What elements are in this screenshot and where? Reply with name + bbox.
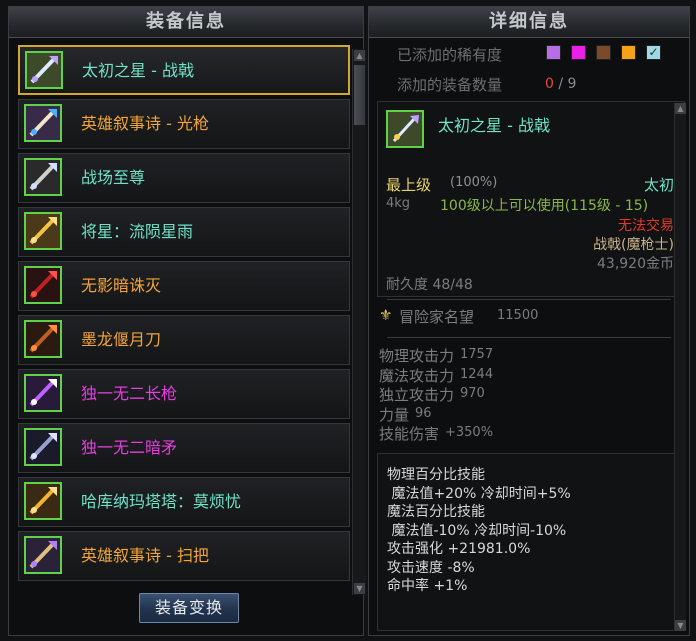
equipment-item-name: 英雄叙事诗 - 光枪 [81, 114, 209, 133]
stat-value: 1244 [460, 366, 494, 382]
rarity-swatch-purple[interactable] [546, 45, 561, 60]
fame-icon: ⚜ [379, 306, 393, 324]
effect-line: 攻击速度 -8% [387, 559, 475, 576]
long-spear-icon [24, 374, 62, 412]
dark-lance-icon [24, 428, 62, 466]
star-spear-icon [24, 212, 62, 250]
rarity-swatch-brown[interactable] [596, 45, 611, 60]
divider [387, 337, 671, 338]
detail-info-panel: 详细信息 已添加的稀有度 ✓ 添加的装备数量 0 / 9 太初之星 - 战戟 最… [368, 6, 690, 636]
equipment-item-name: 墨龙偃月刀 [81, 330, 162, 349]
scroll-thumb[interactable] [354, 65, 365, 125]
equipment-item-name: 将星：流陨星雨 [81, 222, 194, 241]
effect-line: 魔法百分比技能 [387, 504, 485, 520]
equipment-item-name: 哈库纳玛塔塔：莫烦忧 [81, 492, 242, 511]
broom-icon [24, 536, 62, 574]
rarity-swatch-magenta[interactable] [571, 45, 586, 60]
detail-basic-section: 太初之星 - 战戟 最上级 (100%) 太初 4kg 100级以上可以使用(1… [377, 101, 685, 297]
equipment-item-name: 太初之星 - 战戟 [82, 61, 194, 80]
equipment-list-scrollbar[interactable]: ▲ ▼ [352, 49, 366, 595]
equipment-list-item[interactable]: 战场至尊 [18, 153, 350, 203]
scroll-up-icon[interactable]: ▲ [354, 50, 365, 61]
detail-level-req: 100级以上可以使用(115级 - 15) [440, 198, 649, 214]
light-spear-icon [24, 104, 62, 142]
equipment-list-item[interactable]: 墨龙偃月刀 [18, 315, 350, 365]
equipment-list-item[interactable]: 英雄叙事诗 - 光枪 [18, 99, 350, 149]
detail-weight: 4kg [386, 196, 411, 211]
equipment-list-item[interactable]: 独一无二长枪 [18, 369, 350, 419]
stat-label: 技能伤害 [379, 425, 440, 443]
equipment-item-name: 英雄叙事诗 - 扫把 [81, 546, 209, 565]
detail-trade: 无法交易 [618, 218, 674, 234]
equipment-switch-button[interactable]: 装备变换 [139, 593, 239, 623]
detail-price: 43,920金币 [597, 256, 674, 272]
scroll-down-icon[interactable]: ▼ [675, 620, 686, 631]
stat-value: 970 [460, 386, 485, 401]
equipment-list-item[interactable]: 将星：流陨星雨 [18, 207, 350, 257]
detail-rarity: 太初 [643, 176, 674, 194]
equipment-list-item[interactable]: 独一无二暗矛 [18, 423, 350, 473]
stat-label: 魔法攻击力 [379, 366, 455, 385]
detail-scrollbar[interactable]: ▲ ▼ [674, 103, 686, 631]
count-separator: / [558, 76, 564, 92]
count-current: 0 [545, 76, 554, 92]
effect-line: 魔法值-10% 冷却时间-10% [387, 522, 567, 539]
equipment-item-name: 独一无二长枪 [81, 384, 178, 403]
halberd-icon [25, 51, 63, 89]
sun-staff-icon [24, 482, 62, 520]
axe-icon [24, 158, 62, 196]
equipment-count: 0 / 9 [545, 76, 576, 92]
fame-value: 11500 [497, 308, 539, 323]
equipment-list-item[interactable]: 太初之星 - 战戟 [18, 45, 350, 95]
divider [387, 299, 671, 300]
count-max: 9 [567, 76, 577, 92]
equipment-info-panel: 装备信息 太初之星 - 战戟 英雄叙事诗 - 光枪 战场至尊将星：流陨星雨 无影暗诛灭… [8, 6, 366, 636]
equipment-list-item[interactable]: 无影暗诛灭 [18, 261, 350, 311]
equipment-list-item[interactable]: 英雄叙事诗 - 扫把 [18, 531, 350, 581]
detail-grade-pct: (100%) [450, 175, 498, 190]
stat-label: 独立攻击力 [379, 386, 455, 404]
stat-value: 96 [415, 405, 432, 421]
equipment-info-title: 装备信息 [9, 7, 363, 38]
effect-line: 魔法值+20% 冷却时间+5% [387, 485, 571, 502]
stat-label: 力量 [379, 405, 410, 424]
effect-line: 攻击强化 +21981.0% [387, 541, 531, 557]
dragon-blade-icon [24, 320, 62, 358]
detail-halberd-icon [386, 110, 424, 148]
detail-info-title: 详细信息 [369, 7, 689, 38]
count-label: 添加的装备数量 [397, 76, 503, 94]
stat-value: 1757 [460, 347, 494, 362]
detail-effects-section: 物理百分比技能 魔法值+20% 冷却时间+5% 魔法百分比技能 魔法值-10% 冷… [377, 453, 685, 631]
dark-blade-icon [24, 266, 62, 304]
effect-line: 命中率 +1% [387, 578, 468, 594]
equipment-list-item[interactable]: 哈库纳玛塔塔：莫烦忧 [18, 477, 350, 527]
equipment-item-name: 无影暗诛灭 [81, 276, 162, 295]
equipment-item-name: 独一无二暗矛 [81, 438, 178, 457]
detail-item-name: 太初之星 - 战戟 [438, 116, 550, 135]
detail-grade: 最上级 [386, 176, 432, 194]
detail-durability: 耐久度 48/48 [386, 277, 473, 293]
effect-line: 物理百分比技能 [387, 467, 485, 483]
rarity-check-icon[interactable]: ✓ [646, 45, 661, 60]
stat-value: +350% [445, 425, 494, 440]
fame-label: 冒险家名望 [399, 308, 475, 326]
rarity-label: 已添加的稀有度 [397, 46, 503, 64]
equipment-item-name: 战场至尊 [81, 168, 146, 187]
scroll-up-icon[interactable]: ▲ [675, 103, 686, 114]
stat-label: 物理攻击力 [379, 347, 455, 365]
detail-type: 战戟(魔枪士) [593, 237, 674, 253]
scroll-down-icon[interactable]: ▼ [354, 583, 365, 594]
rarity-swatch-orange[interactable] [621, 45, 636, 60]
